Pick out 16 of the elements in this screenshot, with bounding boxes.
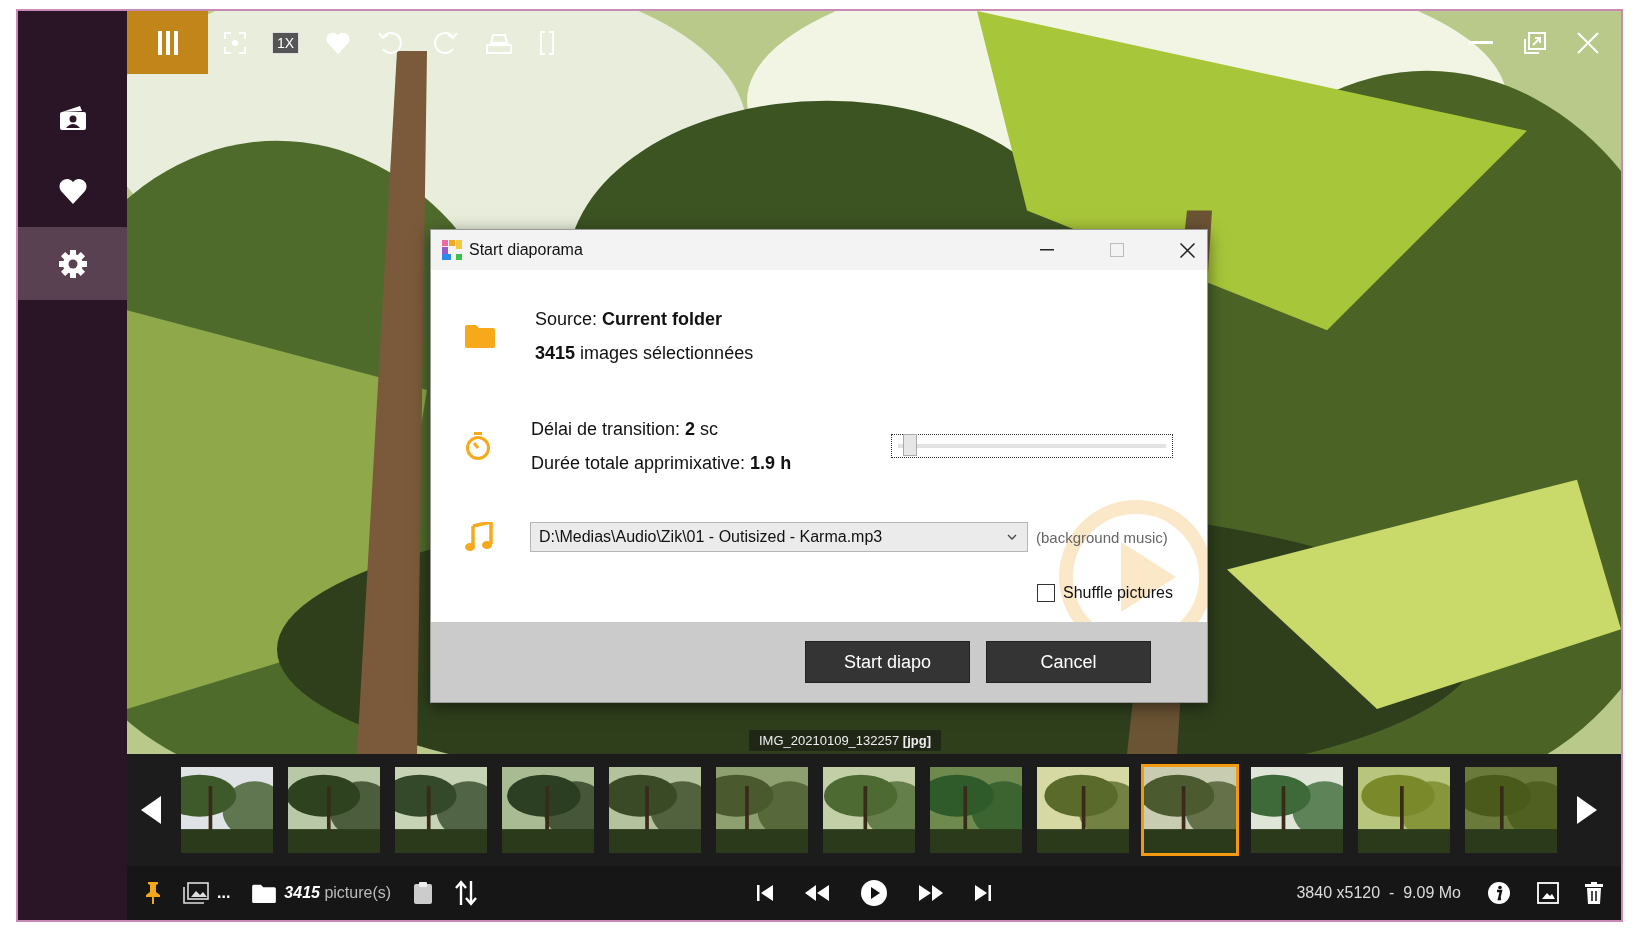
total-duration-text: Durée totale apprimixative: 1.9 h — [531, 452, 792, 475]
dialog-title: Start diaporama — [469, 241, 584, 259]
music-dropdown[interactable]: D:\Medias\Audio\Zik\01 - Outisized - Karma.mp3 — [530, 522, 1028, 552]
image-info-text: 3840 x5120 - 9.09 Mo — [1296, 884, 1461, 902]
music-hint: (background music) — [1036, 528, 1168, 546]
picture-count-label: picture(s) — [324, 884, 392, 901]
picture-count: 3415 — [284, 884, 320, 901]
shuffle-label: Shuffle pictures — [1063, 584, 1173, 602]
more-text[interactable]: ... — [217, 884, 231, 902]
filename-caption: IMG_20210109_132257 [jpg] — [749, 730, 941, 751]
dialog-button[interactable]: Start diapo — [805, 641, 970, 683]
source-text: Source: Current folder — [535, 308, 724, 331]
zoom-button[interactable]: 1X — [272, 31, 300, 54]
dialog-button[interactable]: Cancel — [986, 641, 1151, 683]
transition-delay-text: Délai de transition: 2 sc — [531, 418, 720, 441]
image-count-text: 3415 images sélectionnées — [535, 342, 754, 365]
